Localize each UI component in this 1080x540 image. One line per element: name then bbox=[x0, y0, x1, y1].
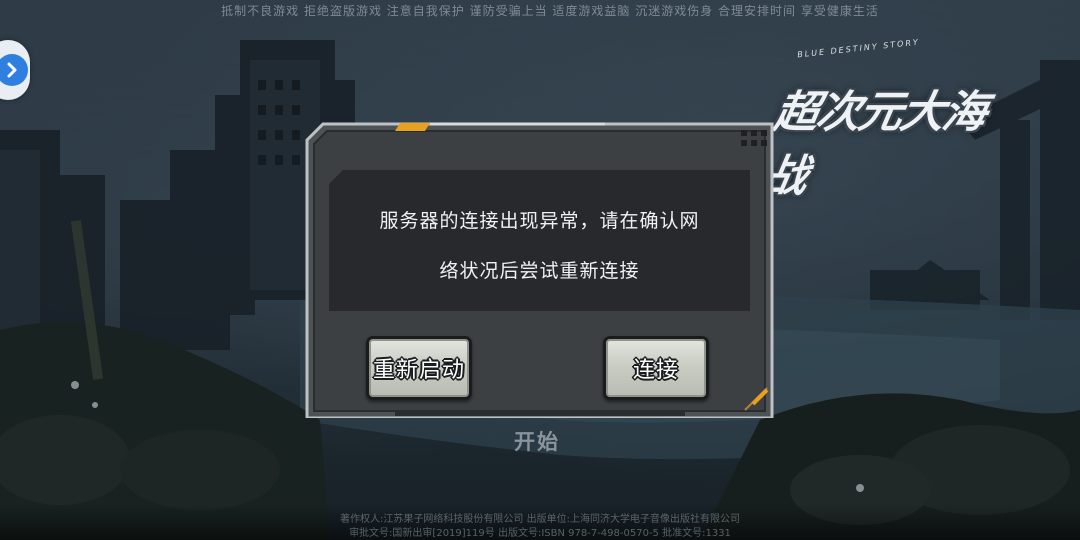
message-panel bbox=[329, 170, 750, 311]
error-message-line-2: 络状况后尝试重新连接 bbox=[439, 260, 640, 282]
grid-icon bbox=[741, 130, 767, 146]
error-message-line-1: 服务器的连接出现异常，请在确认网 bbox=[379, 210, 700, 232]
footer-line-1: 著作权人:江苏果子网络科技股份有限公司 出版单位:上海同济大学电子音像出版社有限… bbox=[340, 514, 740, 525]
logo-subtitle: BLUE DESTINY STORY bbox=[796, 37, 921, 60]
start-button-behind-modal: 开始 bbox=[514, 430, 560, 454]
connect-button-label: 连接 bbox=[632, 358, 679, 383]
chevron-right-icon bbox=[7, 62, 17, 78]
connect-button[interactable]: 连接 bbox=[603, 336, 709, 400]
logo-title: 超次元大海战 bbox=[759, 87, 990, 202]
connection-error-dialog: 服务器的连接出现异常，请在确认网 络状况后尝试重新连接 重新启动 连接 bbox=[305, 122, 774, 418]
restart-button-label: 重新启动 bbox=[372, 358, 465, 383]
health-gaming-notice: 抵制不良游戏 拒绝盗版游戏 注意自我保护 谨防受骗上当 适度游戏益脑 沉迷游戏伤… bbox=[221, 4, 879, 18]
copyright-footer: 著作权人:江苏果子网络科技股份有限公司 出版单位:上海同济大学电子音像出版社有限… bbox=[0, 504, 1080, 540]
side-panel-toggle[interactable] bbox=[0, 40, 30, 100]
restart-button[interactable]: 重新启动 bbox=[366, 336, 472, 400]
footer-line-2: 审批文号:国新出审[2019]119号 出版文号:ISBN 978-7-498-… bbox=[349, 528, 731, 539]
side-toggle-circle bbox=[0, 54, 28, 86]
game-logo: BLUE DESTINY STORY 超次元大海战 bbox=[752, 37, 1010, 202]
